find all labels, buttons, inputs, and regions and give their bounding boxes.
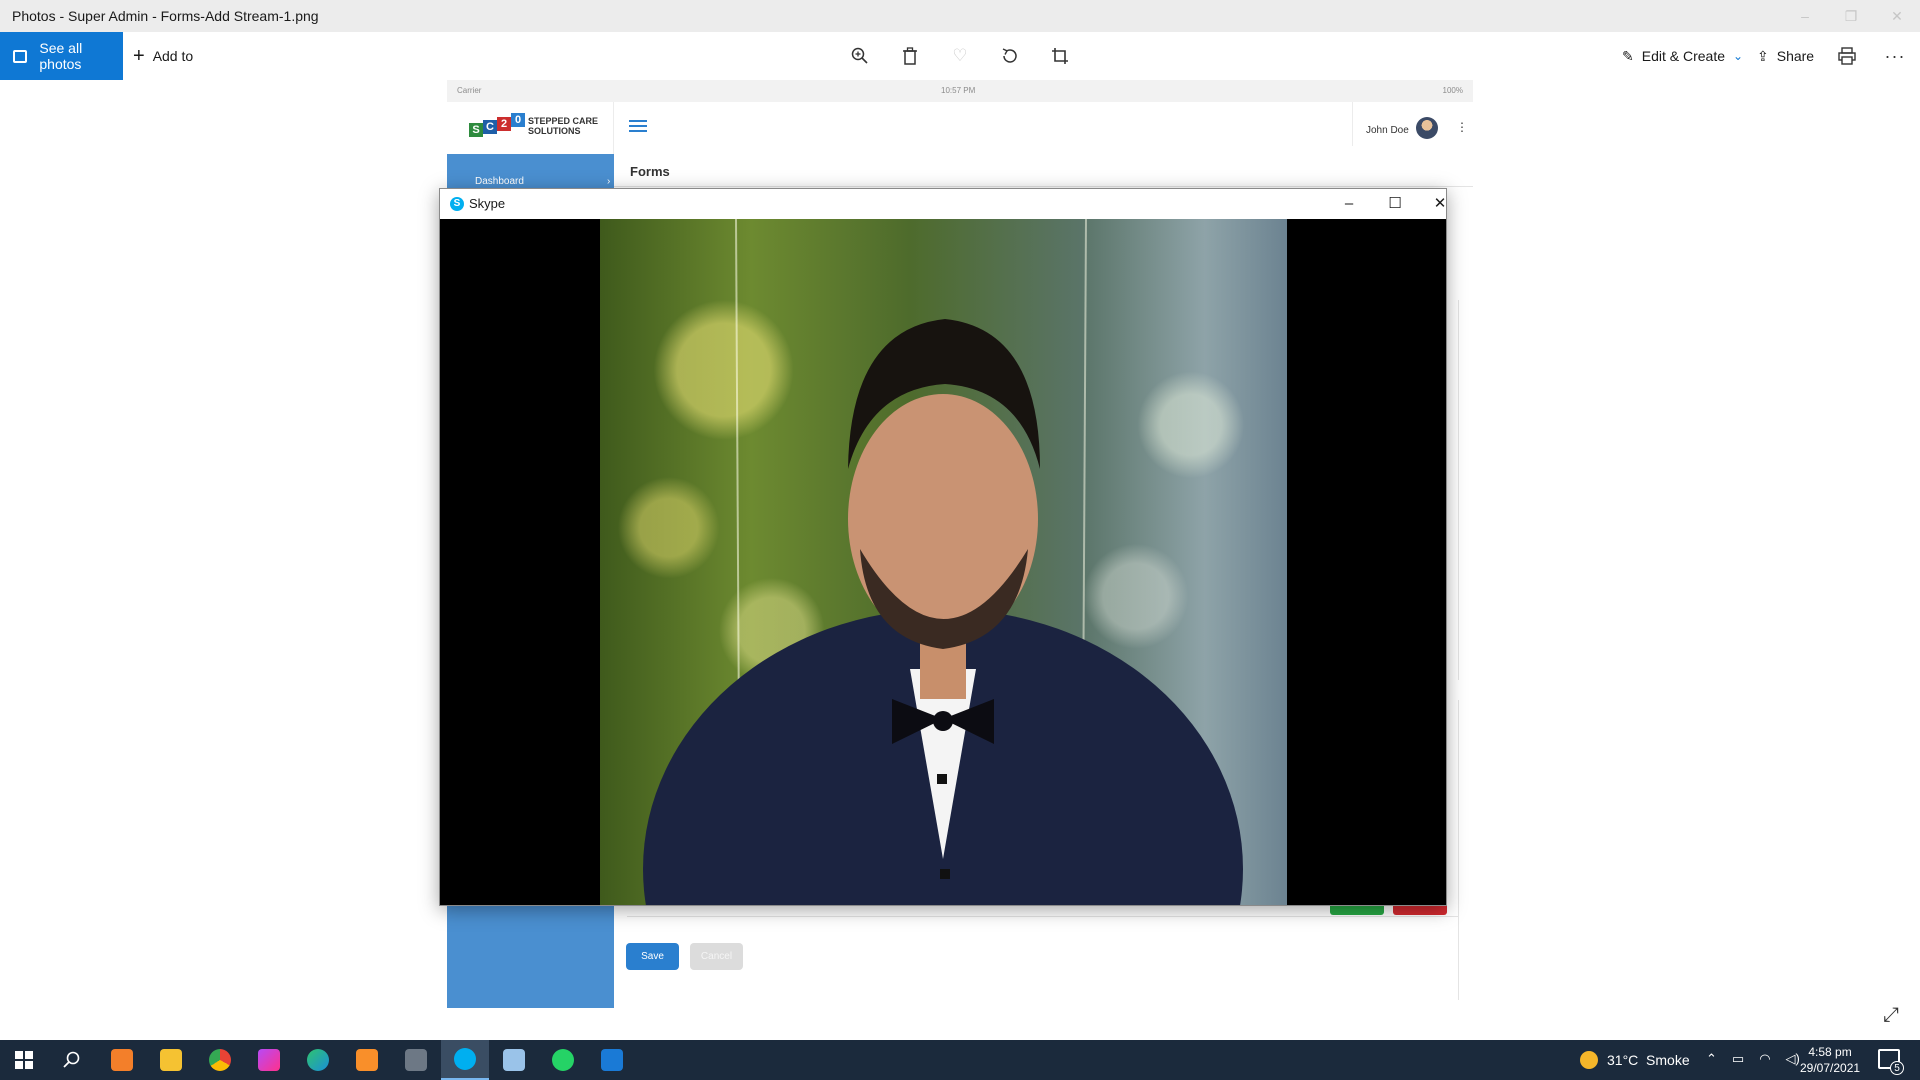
carrier-text: Carrier [457,86,482,95]
battery-icon[interactable]: ▭ [1732,1051,1744,1067]
print-icon[interactable] [1835,44,1859,68]
phpstorm-icon[interactable] [245,1040,293,1080]
save-button: Save [626,943,679,970]
share-label: Share [1776,48,1815,64]
hamburger-menu-icon [629,120,647,133]
table-border [627,916,1459,917]
zoom-icon[interactable] [848,44,872,68]
edit-create-button[interactable]: ✎ Edit & Create ⌄ [1622,32,1743,80]
user-divider [1352,102,1353,146]
weather-icon [1580,1051,1598,1069]
heart-icon[interactable]: ♡ [948,44,972,68]
see-all-photos-label: See all photos [39,40,83,72]
windows-start-icon[interactable] [0,1040,48,1080]
window-title: Photos - Super Admin - Forms-Add Stream-… [12,8,319,24]
file-explorer-icon[interactable] [147,1040,195,1080]
chevron-right-icon: › [607,176,611,187]
profile-photo [600,219,1287,905]
photos-toolbar: See all photos + Add to ♡ ✎ Edit & Creat… [0,32,1920,80]
calculator-icon[interactable] [392,1040,440,1080]
green-action-button [1330,906,1384,915]
edit-create-label: Edit & Create [1641,48,1725,64]
delete-icon[interactable] [898,44,922,68]
sidebar-item-label: Dashboard [475,176,524,187]
card-edge [1449,700,1459,1000]
logo-text: STEPPED CARE SOLUTIONS [528,116,598,136]
system-tray: ⌃ ▭ ◠ ◁) [1706,1051,1800,1067]
crop-icon[interactable] [1048,44,1072,68]
skype-title-bar[interactable]: S Skype – ☐ ✕ [440,189,1446,219]
photos-taskbar-icon[interactable] [588,1040,636,1080]
logo-letter: 0 [511,113,525,127]
app-logo: S C 2 0 STEPPED CARE SOLUTIONS [467,111,607,143]
logo-letter: C [483,120,497,134]
plus-icon: + [133,44,145,67]
share-icon: ⇪ [1757,47,1769,64]
close-icon[interactable]: ✕ [1423,192,1457,216]
skype-window-title: Skype [469,196,506,211]
more-icon[interactable]: ··· [1883,44,1907,68]
logo-text-line1: STEPPED CARE [528,116,599,126]
clock[interactable]: 4:58 pm 29/07/2021 [1800,1044,1860,1076]
skype-icon: S [450,197,464,211]
edge-icon[interactable] [294,1040,342,1080]
wifi-icon[interactable]: ◠ [1759,1051,1770,1067]
app-title-bar: Photos - Super Admin - Forms-Add Stream-… [0,0,1920,32]
share-button[interactable]: ⇪ Share [1757,32,1814,80]
minimize-icon[interactable]: – [1782,4,1828,28]
expand-icon[interactable]: ⤢ [1883,1004,1907,1028]
notepad-icon[interactable] [490,1040,538,1080]
user-name: John Doe [1366,125,1409,136]
windows-taskbar: 31°C Smoke ⌃ ▭ ◠ ◁) 4:58 pm 29/07/2021 5 [0,1040,1920,1080]
sidebar-item-dashboard: Dashboard › [461,176,610,187]
battery-text: 100% [1442,86,1463,95]
page-title: Forms [630,164,670,179]
card-edge [1449,300,1459,680]
add-to-label: Add to [152,48,194,64]
skype-window[interactable]: S Skype – ☐ ✕ [439,188,1447,906]
kebab-menu-icon: ⋮ [1456,120,1468,134]
minimize-icon[interactable]: – [1332,192,1366,216]
device-status-bar: Carrier 10:57 PM 100% [447,80,1473,102]
avatar [1416,117,1438,139]
weather-text: 31°C Smoke [1607,1052,1690,1068]
rotate-icon[interactable] [998,44,1022,68]
logo-letter: S [469,123,483,137]
clock-date: 29/07/2021 [1800,1061,1861,1075]
whatsapp-icon[interactable] [539,1040,587,1080]
logo-text-line2: SOLUTIONS [528,126,581,136]
red-action-button [1393,906,1447,915]
maximize-icon[interactable]: ☐ [1378,192,1412,216]
restore-icon[interactable]: ❐ [1828,4,1874,28]
logo-letter: 2 [497,117,511,131]
volume-icon[interactable]: ◁) [1786,1051,1800,1067]
chevron-up-icon[interactable]: ⌃ [1706,1051,1717,1067]
chrome-icon[interactable] [196,1040,244,1080]
xampp-icon[interactable] [98,1040,146,1080]
cancel-button: Cancel [690,943,743,970]
photos-icon [13,49,28,63]
see-all-photos-button[interactable]: See all photos [0,32,123,80]
skype-taskbar-icon[interactable] [441,1040,489,1080]
notification-badge: 5 [1890,1061,1904,1075]
close-icon[interactable]: ✕ [1874,4,1920,28]
clock-time: 4:58 pm [1808,1045,1852,1059]
search-icon[interactable] [48,1040,96,1080]
sublime-text-icon[interactable] [343,1040,391,1080]
weather-widget[interactable]: 31°C Smoke [1580,1051,1690,1069]
chevron-down-icon: ⌄ [1733,49,1744,63]
divider [614,186,1473,187]
add-to-button[interactable]: + Add to [133,32,193,80]
edit-create-icon: ✎ [1622,47,1634,64]
status-time: 10:57 PM [941,86,976,95]
